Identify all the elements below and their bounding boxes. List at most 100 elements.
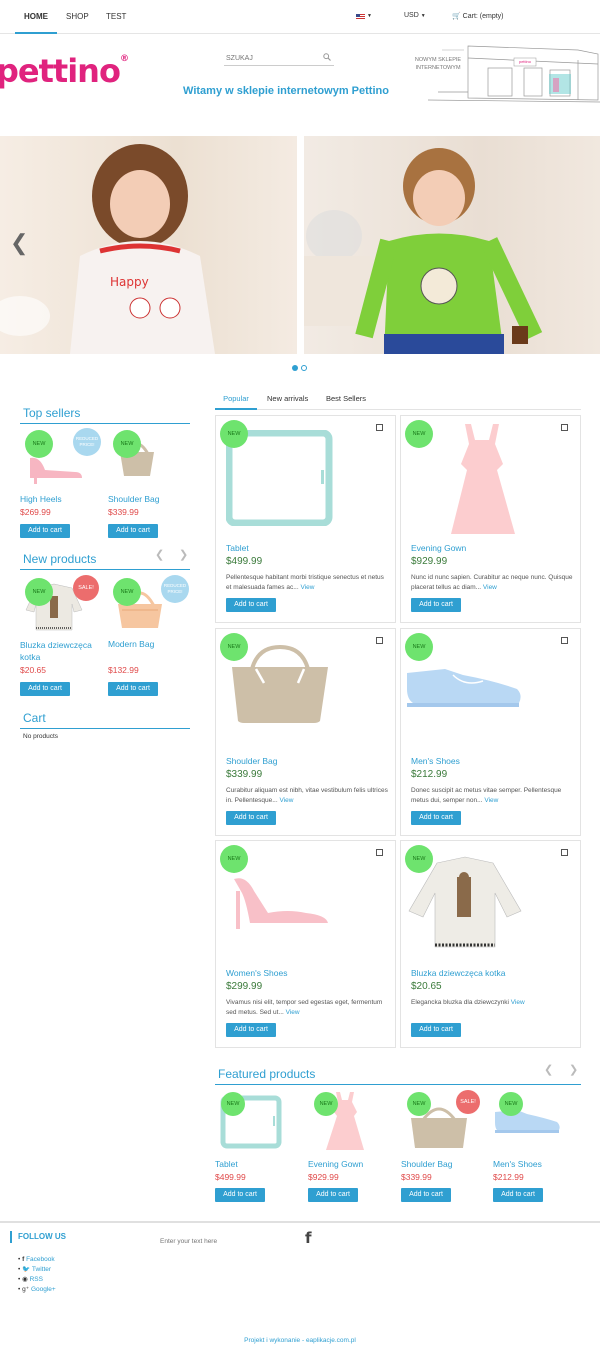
- product-name[interactable]: Bluzka dziewczęca kotka: [411, 968, 506, 978]
- new-badge: NEW: [113, 578, 141, 606]
- add-to-cart-button[interactable]: Add to cart: [411, 1023, 461, 1037]
- product-card[interactable]: NEW Men's Shoes $212.99 Donec suscipit a…: [400, 628, 581, 836]
- chevron-down-icon: ▼: [420, 13, 426, 19]
- search-input[interactable]: [226, 52, 316, 64]
- currency-selector[interactable]: USD ▼: [404, 12, 426, 19]
- product-name[interactable]: Men's Shoes: [411, 756, 460, 766]
- footer-credit[interactable]: Projekt i wykonanie - eaplikacje.com.pl: [0, 1337, 600, 1344]
- product-card[interactable]: NEW Tablet $499.99 Pellentesque habitant…: [215, 415, 396, 623]
- product-price: $212.99: [493, 1172, 524, 1182]
- add-to-cart-button[interactable]: Add to cart: [226, 598, 276, 612]
- add-to-cart-button[interactable]: Add to cart: [226, 1023, 276, 1037]
- tab-popular[interactable]: Popular: [215, 390, 257, 410]
- product-name[interactable]: Tablet: [215, 1159, 238, 1169]
- add-to-cart-button[interactable]: Add to cart: [411, 598, 461, 612]
- view-link[interactable]: View: [483, 584, 497, 591]
- product-name[interactable]: Women's Shoes: [226, 968, 287, 978]
- top-seller-item[interactable]: NEW REDUCED PRICE! High Heels $269.99 Ad…: [20, 428, 101, 540]
- featured-item[interactable]: NEW Men's Shoes $212.99 Add to cart: [493, 1090, 581, 1208]
- social-link-twitter[interactable]: • 🐦 Twitter: [18, 1265, 138, 1275]
- view-link[interactable]: View: [484, 797, 498, 804]
- compare-checkbox[interactable]: [376, 637, 383, 644]
- chevron-right-icon[interactable]: ❯: [569, 1063, 578, 1076]
- slider-prev-icon[interactable]: ❮: [10, 230, 28, 256]
- product-name[interactable]: Men's Shoes: [493, 1159, 542, 1169]
- nav-item-shop[interactable]: SHOP: [66, 0, 90, 34]
- product-name[interactable]: Evening Gown: [308, 1159, 363, 1169]
- social-link-facebook[interactable]: • f Facebook: [18, 1255, 138, 1265]
- compare-checkbox[interactable]: [376, 424, 383, 431]
- compare-checkbox[interactable]: [561, 637, 568, 644]
- chevron-down-icon: ▼: [367, 13, 372, 19]
- product-image[interactable]: [228, 871, 348, 935]
- social-link-google-plus[interactable]: • g⁺ Google+: [18, 1285, 138, 1295]
- add-to-cart-button[interactable]: Add to cart: [226, 811, 276, 825]
- featured-item[interactable]: NEW Tablet $499.99 Add to cart: [215, 1090, 303, 1208]
- product-card[interactable]: NEW Evening Gown $929.99 Nunc id nunc sa…: [400, 415, 581, 623]
- product-name[interactable]: Shoulder Bag: [108, 494, 160, 504]
- search-box[interactable]: [224, 50, 334, 66]
- social-link-rss[interactable]: • ◉ RSS: [18, 1275, 138, 1285]
- search-icon[interactable]: [323, 53, 331, 61]
- product-card[interactable]: NEW Bluzka dziewczęca kotka $20.65 Elega…: [400, 840, 581, 1048]
- language-selector[interactable]: ▼: [356, 13, 374, 21]
- slider-dot-active[interactable]: [292, 365, 298, 371]
- new-badge: NEW: [25, 578, 53, 606]
- new-product-item[interactable]: NEW REDUCED PRICE! Modern Bag $132.99 Ad…: [108, 574, 189, 698]
- product-card[interactable]: NEW Shoulder Bag $339.99 Curabitur aliqu…: [215, 628, 396, 836]
- featured-item[interactable]: NEW SALE! Shoulder Bag $339.99 Add to ca…: [401, 1090, 489, 1208]
- add-to-cart-button[interactable]: Add to cart: [215, 1188, 265, 1202]
- header: pettino® Witamy w sklepie internetowym P…: [0, 34, 600, 134]
- new-badge: NEW: [405, 633, 433, 661]
- product-name[interactable]: Shoulder Bag: [401, 1159, 453, 1169]
- chevron-right-icon[interactable]: ❯: [179, 548, 188, 561]
- product-price: $499.99: [226, 556, 263, 567]
- product-name[interactable]: Modern Bag: [108, 639, 154, 649]
- cart-empty-text: No products: [23, 733, 59, 740]
- cart-link[interactable]: 🛒 Cart: (empty): [452, 12, 504, 20]
- compare-checkbox[interactable]: [376, 849, 383, 856]
- product-name[interactable]: Shoulder Bag: [226, 756, 278, 766]
- facebook-icon[interactable]: f: [305, 1229, 312, 1247]
- view-link[interactable]: View: [286, 1009, 300, 1016]
- product-image[interactable]: [405, 659, 525, 719]
- featured-item[interactable]: NEW Evening Gown $929.99 Add to cart: [308, 1090, 396, 1208]
- chevron-left-icon[interactable]: ❮: [155, 548, 164, 561]
- add-to-cart-button[interactable]: Add to cart: [108, 524, 158, 538]
- newsletter-input[interactable]: [160, 1235, 270, 1247]
- slider-dot[interactable]: [301, 365, 307, 371]
- product-name[interactable]: Tablet: [226, 543, 249, 553]
- add-to-cart-button[interactable]: Add to cart: [308, 1188, 358, 1202]
- view-link[interactable]: View: [280, 797, 294, 804]
- hero-slider[interactable]: Happy ❮: [0, 136, 600, 354]
- add-to-cart-button[interactable]: Add to cart: [108, 682, 158, 696]
- add-to-cart-button[interactable]: Add to cart: [20, 524, 70, 538]
- nav-item-home[interactable]: HOME: [15, 0, 57, 34]
- description-text: Elegancka bluzka dla dziewczynki: [411, 999, 509, 1006]
- add-to-cart-button[interactable]: Add to cart: [20, 682, 70, 696]
- add-to-cart-button[interactable]: Add to cart: [411, 811, 461, 825]
- rss-icon: ◉: [22, 1276, 28, 1283]
- product-image[interactable]: [421, 422, 541, 540]
- view-link[interactable]: View: [300, 584, 314, 591]
- product-name[interactable]: Bluzka dziewczęca kotka: [20, 639, 106, 663]
- compare-checkbox[interactable]: [561, 424, 568, 431]
- compare-checkbox[interactable]: [561, 849, 568, 856]
- add-to-cart-button[interactable]: Add to cart: [401, 1188, 451, 1202]
- product-name[interactable]: High Heels: [20, 494, 62, 504]
- tab-new-arrivals[interactable]: New arrivals: [267, 390, 308, 410]
- add-to-cart-button[interactable]: Add to cart: [493, 1188, 543, 1202]
- new-badge: NEW: [405, 845, 433, 873]
- logo[interactable]: pettino®: [0, 52, 129, 90]
- product-price: $132.99: [108, 665, 139, 675]
- top-seller-item[interactable]: NEW Shoulder Bag $339.99 Add to cart: [108, 428, 188, 540]
- description-text: Vivamus nisi elit, tempor sed egestas eg…: [226, 999, 383, 1016]
- product-name[interactable]: Evening Gown: [411, 543, 466, 553]
- view-link[interactable]: View: [511, 999, 525, 1006]
- nav-item-test[interactable]: TEST: [106, 0, 130, 34]
- chevron-left-icon[interactable]: ❮: [544, 1063, 553, 1076]
- product-price: $269.99: [20, 507, 51, 517]
- product-card[interactable]: NEW Women's Shoes $299.99 Vivamus nisi e…: [215, 840, 396, 1048]
- new-product-item[interactable]: NEW SALE! Bluzka dziewczęca kotka $20.65…: [20, 574, 100, 698]
- tab-best-sellers[interactable]: Best Sellers: [326, 390, 366, 410]
